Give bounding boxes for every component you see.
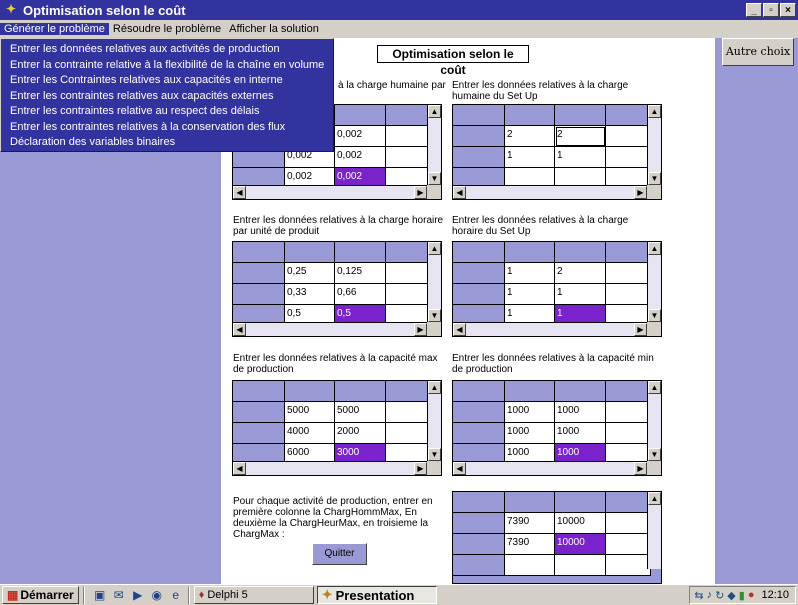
grid-cell[interactable]: 2 — [505, 126, 555, 147]
grid-cell[interactable]: 2000 — [335, 423, 386, 444]
label-capacite-max: Entrer les données relatives à la capaci… — [233, 353, 438, 375]
restore-button[interactable]: ▫ — [763, 3, 779, 17]
menu-item-delais[interactable]: Entrer les contraintes relative au respe… — [1, 104, 333, 120]
grid-charge-humaine-setup[interactable]: 22 11 ▲ ▼ ◀ ▶ — [452, 104, 662, 200]
menu-item-flexibilite[interactable]: Entrer la contrainte relative à la flexi… — [1, 58, 333, 74]
task-presentation-label: Presentation — [335, 587, 415, 603]
title-bar: ✦ Optimisation selon le coût _ ▫ × — [0, 0, 798, 20]
label-charge-horaire-unite: Entrer les données relatives à la charge… — [233, 215, 444, 237]
delphi-icon: ♦ — [198, 589, 205, 601]
vertical-scrollbar[interactable]: ▲ ▼ — [427, 105, 441, 185]
minimize-button[interactable]: _ — [746, 3, 762, 17]
grid-charge-horaire-setup[interactable]: 12 11 11 ▲ ▼ ◀ ▶ — [452, 241, 662, 337]
grid-cell[interactable]: 0,66 — [335, 284, 386, 305]
grid-cell[interactable]: 7390 — [505, 534, 555, 555]
windows-flag-icon: ▦ — [7, 588, 19, 602]
grid-cell[interactable]: 1000 — [555, 423, 606, 444]
presentation-icon: ✦ — [321, 587, 333, 602]
horizontal-scrollbar[interactable]: ◀ ▶ — [233, 461, 427, 475]
clock: 12:10 — [761, 589, 789, 601]
volume-icon[interactable]: ♪ — [707, 589, 713, 601]
menu-item-capacites-externes[interactable]: Entrer les contraintes relatives aux cap… — [1, 89, 333, 105]
quicklaunch-ie-icon[interactable]: e — [168, 587, 184, 603]
quicklaunch-browser-icon[interactable]: ◉ — [149, 587, 165, 603]
menu-afficher[interactable]: Afficher la solution — [225, 23, 323, 35]
menu-resoudre[interactable]: Résoudre le problème — [109, 23, 225, 35]
grid-cell[interactable]: 1 — [505, 284, 555, 305]
menu-item-capacites-interne[interactable]: Entrer les Contraintes relatives aux cap… — [1, 73, 333, 89]
task-presentation[interactable]: ✦ Presentation — [316, 586, 437, 604]
battery-icon[interactable]: ▮ — [739, 589, 745, 602]
horizontal-scrollbar[interactable]: ◀ ▶ — [453, 322, 647, 336]
grid-capacite-min[interactable]: 1000 1000 1000 1000 1000 1000 ▲ ▼ ◀ ▶ — [452, 380, 662, 476]
quitter-button[interactable]: Quitter — [312, 543, 367, 565]
grid-cell[interactable]: 2 — [555, 263, 606, 284]
grid-cell[interactable]: 0,25 — [285, 263, 335, 284]
app-icon: ✦ — [5, 2, 17, 16]
label-charge-humaine-setup: Entrer les données relatives à la charge… — [452, 80, 629, 102]
window-title: Optimisation selon le coût — [23, 2, 186, 18]
grid-cell[interactable]: 1 — [555, 284, 606, 305]
grid-cell[interactable]: 5000 — [285, 402, 335, 423]
generer-dropdown-menu: Entrer les données relatives aux activit… — [0, 38, 334, 152]
form-title: Optimisation selon le coût — [377, 45, 529, 77]
grid-cell[interactable]: 0,002 — [335, 126, 386, 147]
grid-cell[interactable]: 1 — [505, 263, 555, 284]
menu-item-conservation-flux[interactable]: Entrer les contraintes relatives à la co… — [1, 120, 333, 136]
label-capacite-min: Entrer les données relatives à la capaci… — [452, 353, 654, 375]
horizontal-scrollbar[interactable]: ◀ ▶ — [233, 185, 427, 199]
grid-cell[interactable]: 0,002 — [335, 147, 386, 168]
grid-charge-horaire-unite[interactable]: 0,25 0,125 0,33 0,66 0,5 0,5 ▲ ▼ ◀ ▶ — [232, 241, 442, 337]
vertical-scrollbar[interactable]: ▲ ▼ — [647, 242, 661, 322]
grid-charg-max[interactable]: 7390 10000 7390 10000 ▲ — [452, 491, 662, 584]
traffic-light-icon[interactable]: ● — [748, 589, 755, 601]
sync-icon[interactable]: ↻ — [715, 589, 724, 602]
grid-cell[interactable]: 7390 — [505, 513, 555, 534]
tray-app-icon[interactable]: ◆ — [727, 589, 735, 602]
grid-cell[interactable]: 1000 — [505, 423, 555, 444]
task-delphi[interactable]: ♦ Delphi 5 — [193, 586, 314, 604]
menu-item-activites[interactable]: Entrer les données relatives aux activit… — [1, 42, 333, 58]
grid-capacite-max[interactable]: 5000 5000 4000 2000 6000 3000 ▲ ▼ ◀ ▶ — [232, 380, 442, 476]
vertical-scrollbar[interactable]: ▲ ▼ — [647, 381, 661, 461]
close-button[interactable]: × — [780, 3, 796, 17]
network-icon[interactable]: ⇆ — [694, 589, 703, 602]
system-tray: ⇆ ♪ ↻ ◆ ▮ ● 12:10 — [689, 586, 796, 604]
menu-bar: Générer le problème Résoudre le problème… — [0, 20, 798, 38]
grid-cell[interactable]: 4000 — [285, 423, 335, 444]
quicklaunch-outlook-icon[interactable]: ✉ — [111, 587, 127, 603]
menu-item-variables-binaires[interactable]: Déclaration des variables binaires — [1, 135, 333, 151]
horizontal-scrollbar[interactable]: ◀ ▶ — [453, 185, 647, 199]
grid-cell[interactable]: 1000 — [555, 402, 606, 423]
grid-cell[interactable]: 1 — [505, 147, 555, 168]
vertical-scrollbar[interactable]: ▲ ▼ — [647, 105, 661, 185]
vertical-scrollbar[interactable]: ▲ — [647, 492, 661, 569]
vertical-scrollbar[interactable]: ▲ ▼ — [427, 381, 441, 461]
grid-cell[interactable]: 5000 — [335, 402, 386, 423]
autre-choix-button[interactable]: Autre choix — [722, 38, 794, 66]
menu-generer[interactable]: Générer le problème — [0, 23, 109, 35]
grid-cell-selected[interactable]: 10000 — [555, 534, 606, 555]
vertical-scrollbar[interactable]: ▲ ▼ — [427, 242, 441, 322]
taskbar: ▦ Démarrer ▣ ✉ ▶ ◉ e ♦ Delphi 5 ✦ Presen… — [0, 584, 798, 605]
quicklaunch-desktop-icon[interactable]: ▣ — [92, 587, 108, 603]
horizontal-scrollbar[interactable]: ◀ ▶ — [233, 322, 427, 336]
grid-cell[interactable]: 1 — [555, 147, 606, 168]
label-charge-horaire-setup: Entrer les données relatives à la charge… — [452, 215, 629, 237]
grid-cell[interactable]: 10000 — [555, 513, 606, 534]
quicklaunch-media-icon[interactable]: ▶ — [130, 587, 146, 603]
task-delphi-label: Delphi 5 — [207, 589, 248, 601]
grid-cell-focused[interactable]: 2 — [555, 126, 606, 147]
label-charge-humaine: à la charge humaine par — [338, 80, 446, 91]
start-button[interactable]: ▦ Démarrer — [2, 586, 79, 604]
start-label: Démarrer — [20, 588, 74, 602]
grid-cell[interactable]: 1000 — [505, 402, 555, 423]
grid-cell[interactable]: 0,125 — [335, 263, 386, 284]
horizontal-scrollbar[interactable]: ◀ ▶ — [453, 461, 647, 475]
instructions-text: Pour chaque activité de production, entr… — [233, 496, 433, 540]
grid-cell[interactable]: 0,33 — [285, 284, 335, 305]
